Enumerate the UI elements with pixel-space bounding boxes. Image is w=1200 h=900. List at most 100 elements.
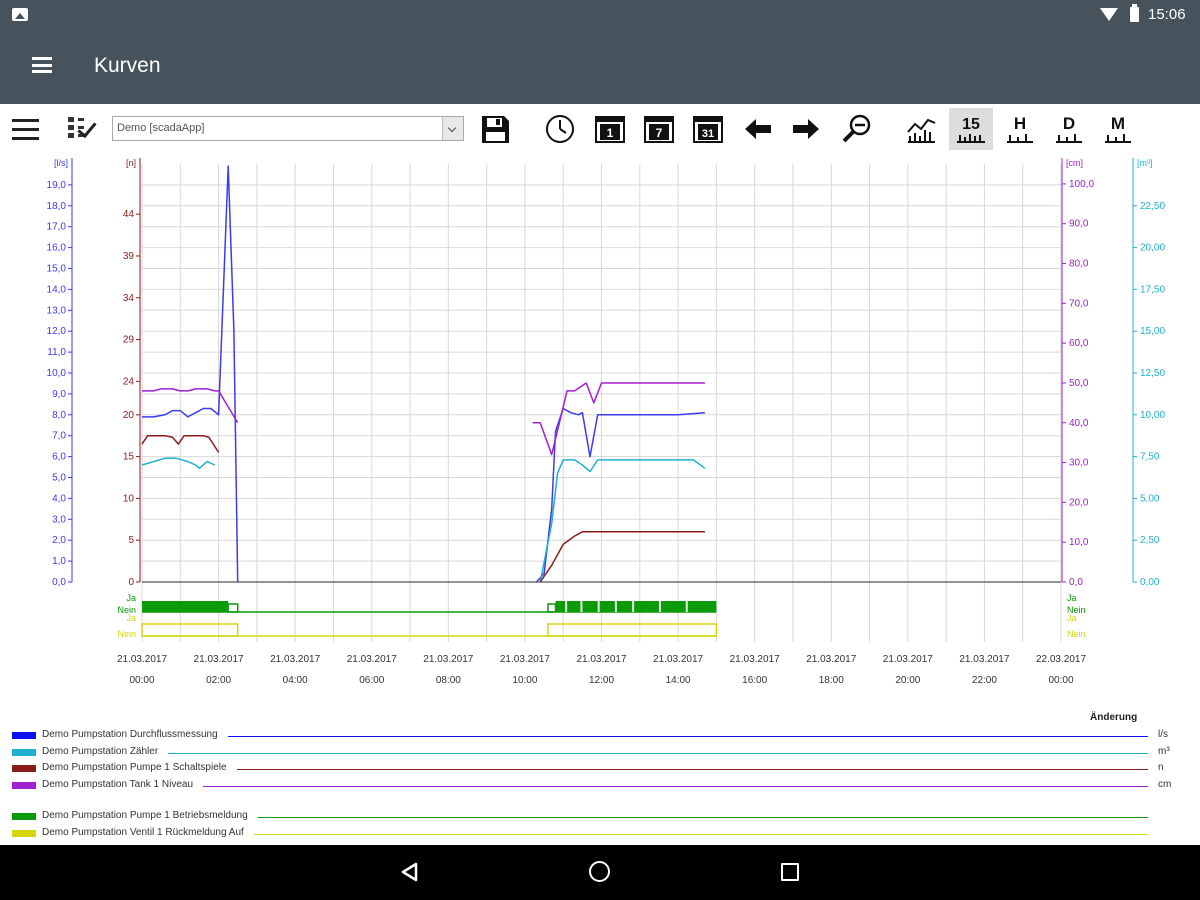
day-1-button[interactable]: 1 bbox=[593, 112, 627, 146]
legend-item[interactable]: Demo Pumpstation Ventil 1 Rückmeldung Au… bbox=[12, 826, 1182, 840]
legend-item[interactable]: Demo Pumpstation Pumpe 1 Schaltspiele n bbox=[12, 761, 1182, 775]
volume-tick-label: 17,50 bbox=[1140, 284, 1165, 295]
volume-tick-label: 22,50 bbox=[1140, 201, 1165, 212]
level-tick-label: 40,0 bbox=[1069, 418, 1089, 429]
legend-swatch bbox=[12, 748, 36, 756]
flow-tick-label: 1,0 bbox=[52, 556, 66, 567]
recents-icon[interactable] bbox=[781, 863, 799, 881]
day-31-button[interactable]: 31 bbox=[691, 112, 725, 146]
trend-chart[interactable]: [l/s] 0,0 1,0 2,0 3,0 4,0 5,0 6,0 7,0 8,0 9,0 10,0 1… bbox=[0, 154, 1200, 694]
time-button[interactable] bbox=[543, 112, 577, 146]
interval-d-button[interactable]: D bbox=[1052, 108, 1088, 150]
navigation-bar bbox=[0, 845, 1200, 900]
x-tick-time: 16:00 bbox=[742, 675, 767, 686]
level-tick-label: 90,0 bbox=[1069, 219, 1089, 230]
save-icon bbox=[482, 116, 509, 143]
digital-yes-label: Ja bbox=[126, 593, 136, 603]
page-title: Kurven bbox=[94, 54, 161, 77]
digital-state-on bbox=[547, 623, 718, 637]
flow-tick-label: 5,0 bbox=[52, 473, 66, 484]
interval-15-button[interactable]: 15 bbox=[949, 108, 993, 150]
count-tick-label: 39 bbox=[123, 251, 135, 262]
x-tick-time: 08:00 bbox=[436, 675, 461, 686]
flow-tick-label: 13,0 bbox=[47, 305, 67, 316]
digital-state-toggling bbox=[142, 601, 229, 612]
level-tick-label: 30,0 bbox=[1069, 458, 1089, 469]
count-tick-label: 34 bbox=[123, 293, 135, 304]
volume-tick-label: 10,00 bbox=[1140, 410, 1165, 421]
legend-item[interactable]: Demo Pumpstation Tank 1 Niveau cm bbox=[12, 778, 1182, 792]
home-icon[interactable] bbox=[589, 861, 610, 882]
legend-line bbox=[236, 769, 1148, 770]
legend-item[interactable]: Demo Pumpstation Durchflussmessung l/s bbox=[12, 728, 1182, 742]
hamburger-icon[interactable] bbox=[32, 57, 52, 73]
x-tick-date: 22.03.2017 bbox=[1036, 654, 1086, 665]
day-7-button[interactable]: 7 bbox=[642, 112, 676, 146]
previous-button[interactable] bbox=[741, 112, 775, 146]
volume-axis-unit: [m³] bbox=[1137, 158, 1153, 168]
back-icon[interactable] bbox=[400, 862, 420, 882]
next-button[interactable] bbox=[789, 112, 823, 146]
flow-tick-label: 17,0 bbox=[47, 222, 67, 233]
count-tick-label: 29 bbox=[123, 335, 135, 346]
digital-state-on bbox=[227, 603, 239, 613]
menu-icon[interactable] bbox=[12, 119, 39, 140]
digital-no-label: Nein bbox=[1067, 629, 1086, 639]
battery-icon bbox=[1130, 4, 1139, 22]
digital-gap bbox=[614, 601, 617, 612]
svg-text:1: 1 bbox=[607, 126, 614, 140]
x-tick-date: 21.03.2017 bbox=[347, 654, 397, 665]
status-clock: 15:06 bbox=[1148, 6, 1186, 23]
level-tick-label: 50,0 bbox=[1069, 378, 1089, 389]
level-tick-label: 80,0 bbox=[1069, 259, 1089, 270]
volume-tick-label: 7,50 bbox=[1140, 452, 1160, 463]
svg-text:D: D bbox=[1063, 114, 1075, 133]
legend-item[interactable]: Demo Pumpstation Pumpe 1 Betriebsmeldung bbox=[12, 809, 1182, 823]
project-select[interactable]: Demo [scadaApp] bbox=[112, 116, 464, 141]
digital-no-label: Nein bbox=[117, 629, 136, 639]
interval-m-button[interactable]: M bbox=[1101, 108, 1137, 150]
flow-tick-label: 12,0 bbox=[47, 326, 67, 337]
legend-unit: n bbox=[1158, 762, 1164, 773]
x-tick-date: 21.03.2017 bbox=[576, 654, 626, 665]
x-tick-date: 21.03.2017 bbox=[117, 654, 167, 665]
x-tick-date: 21.03.2017 bbox=[500, 654, 550, 665]
calendar-31-icon: 31 bbox=[693, 116, 723, 143]
calendar-7-icon: 7 bbox=[644, 116, 674, 143]
interval-m-icon: M bbox=[1105, 114, 1131, 143]
x-tick-time: 12:00 bbox=[589, 675, 614, 686]
x-tick-time: 06:00 bbox=[359, 675, 384, 686]
save-button[interactable] bbox=[478, 112, 512, 146]
wifi-icon bbox=[1100, 8, 1118, 21]
gallery-icon bbox=[12, 8, 28, 21]
flow-tick-label: 4,0 bbox=[52, 493, 66, 504]
x-tick-date: 21.03.2017 bbox=[194, 654, 244, 665]
flow-tick-label: 18,0 bbox=[47, 201, 67, 212]
legend-item[interactable]: Demo Pumpstation Zähler m³ bbox=[12, 745, 1182, 759]
x-tick-date: 21.03.2017 bbox=[730, 654, 780, 665]
legend-swatch bbox=[12, 781, 36, 789]
chevron-down-icon[interactable] bbox=[442, 117, 463, 140]
flow-tick-label: 0,0 bbox=[52, 577, 66, 588]
zoom-out-button[interactable] bbox=[840, 112, 874, 146]
digital-state-on bbox=[547, 603, 557, 613]
x-tick-time: 20:00 bbox=[895, 675, 920, 686]
interval-h-button[interactable]: H bbox=[1003, 108, 1039, 150]
chart-button[interactable] bbox=[904, 112, 938, 146]
digital-yes-label: Ja bbox=[1067, 593, 1077, 603]
x-tick-date: 21.03.2017 bbox=[270, 654, 320, 665]
level-tick-label: 20,0 bbox=[1069, 497, 1089, 508]
x-tick-time: 14:00 bbox=[666, 675, 691, 686]
status-bar: 15:06 bbox=[0, 0, 1200, 30]
calendar-1-icon: 1 bbox=[595, 116, 625, 143]
svg-text:H: H bbox=[1014, 114, 1026, 133]
svg-text:31: 31 bbox=[702, 128, 714, 140]
x-tick-time: 00:00 bbox=[129, 675, 154, 686]
checklist-icon[interactable] bbox=[68, 115, 97, 143]
legend-unit: cm bbox=[1158, 778, 1172, 790]
x-tick-time: 18:00 bbox=[819, 675, 844, 686]
x-tick-time: 10:00 bbox=[512, 675, 537, 686]
flow-tick-label: 8,0 bbox=[52, 410, 66, 421]
legend-line bbox=[168, 752, 1148, 754]
level-tick-label: 70,0 bbox=[1069, 298, 1089, 309]
